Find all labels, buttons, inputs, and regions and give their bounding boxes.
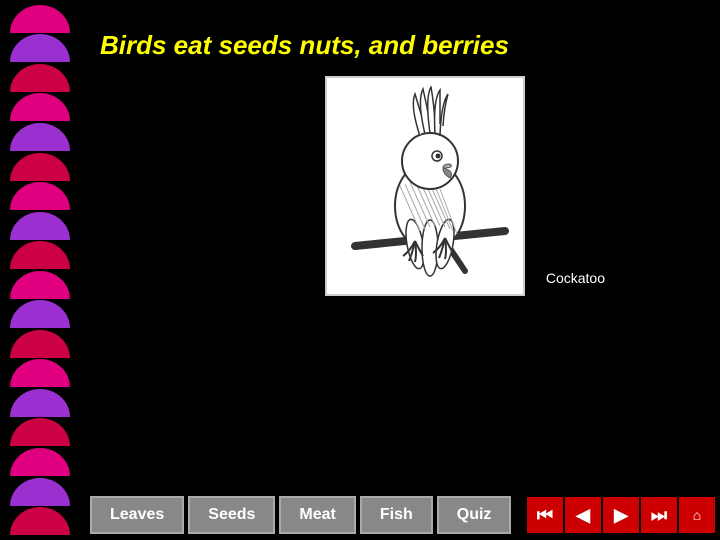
page-title: Birds eat seeds nuts, and berries bbox=[100, 30, 700, 61]
image-area: Cockatoo bbox=[100, 76, 700, 296]
fan-decoration bbox=[10, 507, 70, 535]
arrow-controls: ⏮ ◀ ▶ ⏭ ⌂ bbox=[527, 490, 720, 540]
bird-image-container bbox=[325, 76, 525, 296]
fan-decoration bbox=[10, 64, 70, 92]
fan-decoration bbox=[10, 418, 70, 446]
last-button[interactable]: ⏭ bbox=[641, 497, 677, 533]
fan-decoration bbox=[10, 34, 70, 62]
fan-decoration bbox=[10, 212, 70, 240]
nav-button-meat[interactable]: Meat bbox=[279, 496, 355, 534]
bird-image-wrapper: Cockatoo bbox=[325, 76, 525, 296]
fan-decoration bbox=[10, 448, 70, 476]
fan-decoration bbox=[10, 389, 70, 417]
main-content: Birds eat seeds nuts, and berries bbox=[80, 0, 720, 540]
fan-decoration bbox=[10, 5, 70, 33]
nav-button-fish[interactable]: Fish bbox=[360, 496, 433, 534]
nav-button-quiz[interactable]: Quiz bbox=[437, 496, 512, 534]
left-border-decoration bbox=[0, 0, 80, 540]
fan-decoration bbox=[10, 271, 70, 299]
fan-decoration bbox=[10, 359, 70, 387]
cockatoo-illustration bbox=[335, 86, 515, 286]
nav-button-leaves[interactable]: Leaves bbox=[90, 496, 184, 534]
next-button[interactable]: ▶ bbox=[603, 497, 639, 533]
fan-decoration bbox=[10, 123, 70, 151]
fan-decoration bbox=[10, 330, 70, 358]
fan-decoration bbox=[10, 241, 70, 269]
home-button[interactable]: ⌂ bbox=[679, 497, 715, 533]
fan-decoration bbox=[10, 300, 70, 328]
nav-button-seeds[interactable]: Seeds bbox=[188, 496, 275, 534]
fan-decoration bbox=[10, 478, 70, 506]
bird-label: Cockatoo bbox=[546, 270, 605, 286]
prev-button[interactable]: ◀ bbox=[565, 497, 601, 533]
first-button[interactable]: ⏮ bbox=[527, 497, 563, 533]
fan-decoration bbox=[10, 182, 70, 210]
fan-decoration bbox=[10, 153, 70, 181]
fan-decoration bbox=[10, 93, 70, 121]
